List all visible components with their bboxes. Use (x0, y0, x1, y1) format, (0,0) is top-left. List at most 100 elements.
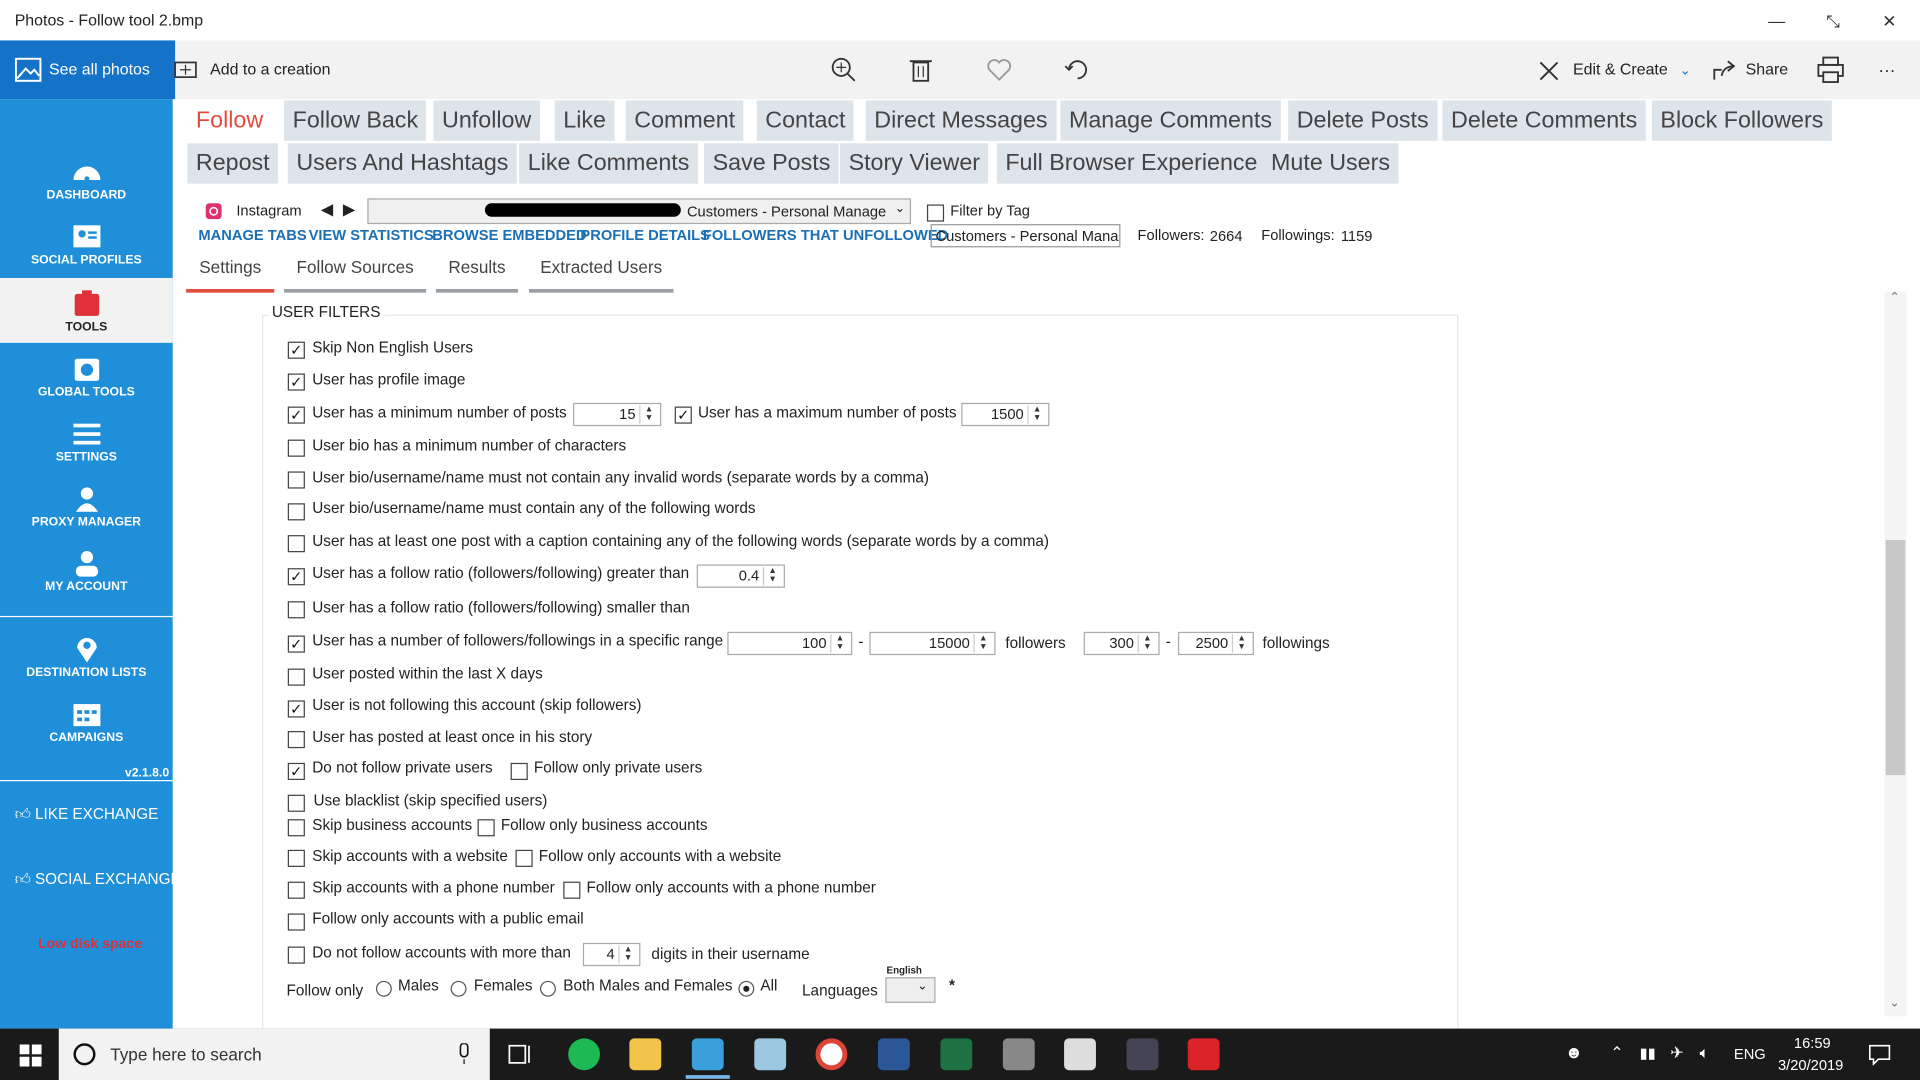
photos-app-icon[interactable] (754, 1038, 787, 1071)
tab-comment[interactable]: Comment (625, 100, 744, 141)
account-select[interactable]: Customers - Personal Manage ⌄ (367, 198, 912, 225)
tab-direct-messages[interactable]: Direct Messages (865, 100, 1057, 141)
tab-like-comments[interactable]: Like Comments (519, 143, 698, 184)
edit-create-button[interactable]: Edit & Create ⌄ (1537, 40, 1691, 99)
network-icon[interactable]: ✈ (1670, 1043, 1683, 1063)
males-radio[interactable] (375, 980, 392, 997)
people-icon[interactable]: ☻ (1565, 1042, 1583, 1062)
followers-min-input[interactable]: 100 ▲ ▼ (727, 631, 853, 656)
next-account-arrow-icon[interactable]: ▶ (343, 200, 355, 220)
followings-max-input[interactable]: 2500 ▲ ▼ (1177, 631, 1254, 656)
profile-details-link[interactable]: PROFILE DETAILS (580, 227, 710, 244)
skip-phone-checkbox[interactable] (287, 881, 305, 899)
tab-delete-comments[interactable]: Delete Comments (1442, 100, 1646, 141)
windows-start-icon[interactable] (19, 1044, 42, 1067)
ratio-greater-checkbox[interactable]: ✓ (287, 568, 305, 586)
notifications-icon[interactable] (1869, 1043, 1891, 1066)
add-to-creation-button[interactable]: Add to a creation (174, 40, 331, 99)
media-player-icon[interactable] (1064, 1038, 1096, 1071)
only-private-checkbox[interactable] (510, 762, 528, 781)
more-options-button[interactable]: ··· (1878, 40, 1895, 99)
restore-button[interactable]: ⤡ (1805, 5, 1861, 37)
tab-story-viewer[interactable]: Story Viewer (840, 143, 989, 184)
only-phone-checkbox[interactable] (563, 881, 581, 899)
all-radio[interactable] (738, 980, 755, 997)
delete-icon[interactable] (909, 56, 933, 83)
favorite-heart-icon[interactable] (986, 58, 1013, 82)
digits-input[interactable]: 4 ▲ ▼ (582, 942, 641, 967)
filter-by-tag-checkbox[interactable] (926, 204, 945, 222)
sidebar-item-dashboard[interactable]: DASHBOARD (0, 146, 173, 211)
sidebar-item-destination-lists[interactable]: DESTINATION LISTS (0, 623, 173, 688)
sidebar-item-tools[interactable]: TOOLS (0, 277, 173, 343)
social-exchange-button[interactable]: 👍︎ SOCIAL EXCHANGE (15, 871, 181, 889)
vertical-scrollbar[interactable]: ⌃ ⌄ (1884, 291, 1907, 1017)
tab-users-and-hashtags[interactable]: Users And Hashtags (287, 143, 517, 184)
follower-range-checkbox[interactable]: ✓ (287, 635, 305, 653)
microphone-icon[interactable] (457, 1043, 472, 1065)
battery-icon[interactable]: ▮▮ (1640, 1044, 1656, 1061)
sidebar-item-my-account[interactable]: MY ACCOUNT (0, 538, 173, 603)
spinner-arrows-icon[interactable]: ▲ ▼ (1027, 405, 1045, 424)
close-button[interactable]: ✕ (1861, 5, 1917, 37)
spinner-arrows-icon[interactable]: ▲ ▼ (639, 405, 657, 424)
spinner-arrows-icon[interactable]: ▲ ▼ (1231, 634, 1250, 653)
only-business-checkbox[interactable] (477, 819, 495, 837)
view-statistics-link[interactable]: VIEW STATISTICS (309, 227, 434, 244)
input-language[interactable]: ENG (1734, 1046, 1766, 1063)
posted-within-checkbox[interactable] (287, 668, 305, 686)
bio-contains-words-checkbox[interactable] (287, 503, 305, 521)
browse-embedded-link[interactable]: BROWSE EMBEDDED (432, 227, 586, 244)
tab-follow[interactable]: Follow (187, 100, 272, 141)
not-following-checkbox[interactable]: ✓ (287, 700, 305, 718)
both-radio[interactable] (540, 980, 556, 997)
volume-icon[interactable]: 🔈︎ (1700, 1043, 1710, 1063)
like-exchange-button[interactable]: 👍︎ LIKE EXCHANGE (15, 806, 159, 824)
word-icon[interactable] (877, 1038, 910, 1071)
tab-save-posts[interactable]: Save Posts (704, 143, 839, 184)
ratio-smaller-checkbox[interactable] (287, 601, 305, 619)
tab-block-followers[interactable]: Block Followers (1651, 100, 1832, 141)
spinner-arrows-icon[interactable]: ▲ ▼ (973, 634, 991, 653)
spinner-arrows-icon[interactable]: ▲ ▼ (762, 566, 781, 586)
zoom-in-icon[interactable] (830, 56, 857, 83)
sidebar-item-campaigns[interactable]: CAMPAIGNS (0, 688, 173, 753)
task-view-icon[interactable] (508, 1043, 532, 1065)
languages-select[interactable]: ⌄ (885, 977, 936, 1003)
bio-min-chars-checkbox[interactable] (287, 439, 305, 457)
share-button[interactable]: Share (1712, 40, 1788, 99)
max-posts-input[interactable]: 1500 ▲ ▼ (961, 402, 1050, 427)
followers-max-input[interactable]: 15000 ▲ ▼ (869, 631, 996, 656)
bio-invalid-words-checkbox[interactable] (287, 471, 305, 489)
profile-image-checkbox[interactable]: ✓ (287, 373, 305, 391)
blacklist-checkbox[interactable] (287, 794, 305, 812)
tab-manage-comments[interactable]: Manage Comments (1060, 100, 1281, 141)
followings-min-input[interactable]: 300 ▲ ▼ (1083, 631, 1160, 656)
sidebar-item-global-tools[interactable]: GLOBAL TOOLS (0, 343, 173, 408)
skip-business-checkbox[interactable] (287, 819, 305, 837)
sidebar-item-settings[interactable]: SETTINGS (0, 408, 173, 473)
story-checkbox[interactable] (287, 731, 305, 749)
spinner-arrows-icon[interactable]: ▲ ▼ (618, 945, 636, 964)
sidebar-item-social-profiles[interactable]: SOCIAL PROFILES (0, 211, 173, 276)
spinner-arrows-icon[interactable]: ▲ ▼ (1137, 634, 1156, 653)
public-email-checkbox[interactable] (287, 913, 305, 931)
tab-unfollow[interactable]: Unfollow (433, 100, 540, 141)
spotify-icon[interactable] (568, 1038, 601, 1071)
min-posts-input[interactable]: 15 ▲ ▼ (573, 402, 662, 427)
robot-app-icon[interactable] (1126, 1038, 1159, 1071)
caption-contains-checkbox[interactable] (287, 535, 305, 553)
tab-mute-users[interactable]: Mute Users (1262, 143, 1399, 184)
clock-time[interactable]: 16:59 (1794, 1035, 1831, 1052)
ratio-greater-input[interactable]: 0.4 ▲ ▼ (696, 564, 785, 588)
tab-contact[interactable]: Contact (756, 100, 855, 141)
print-icon[interactable] (1817, 56, 1844, 83)
no-private-checkbox[interactable]: ✓ (287, 762, 305, 781)
sidebar-item-proxy-manager[interactable]: PROXY MANAGER (0, 473, 173, 538)
chrome-icon[interactable] (815, 1038, 848, 1071)
file-explorer-icon[interactable] (629, 1038, 662, 1071)
females-radio[interactable] (450, 980, 467, 997)
subtab-extracted-users[interactable]: Extracted Users (528, 255, 674, 293)
minimize-button[interactable]: — (1749, 5, 1805, 37)
min-posts-checkbox[interactable]: ✓ (287, 406, 305, 424)
